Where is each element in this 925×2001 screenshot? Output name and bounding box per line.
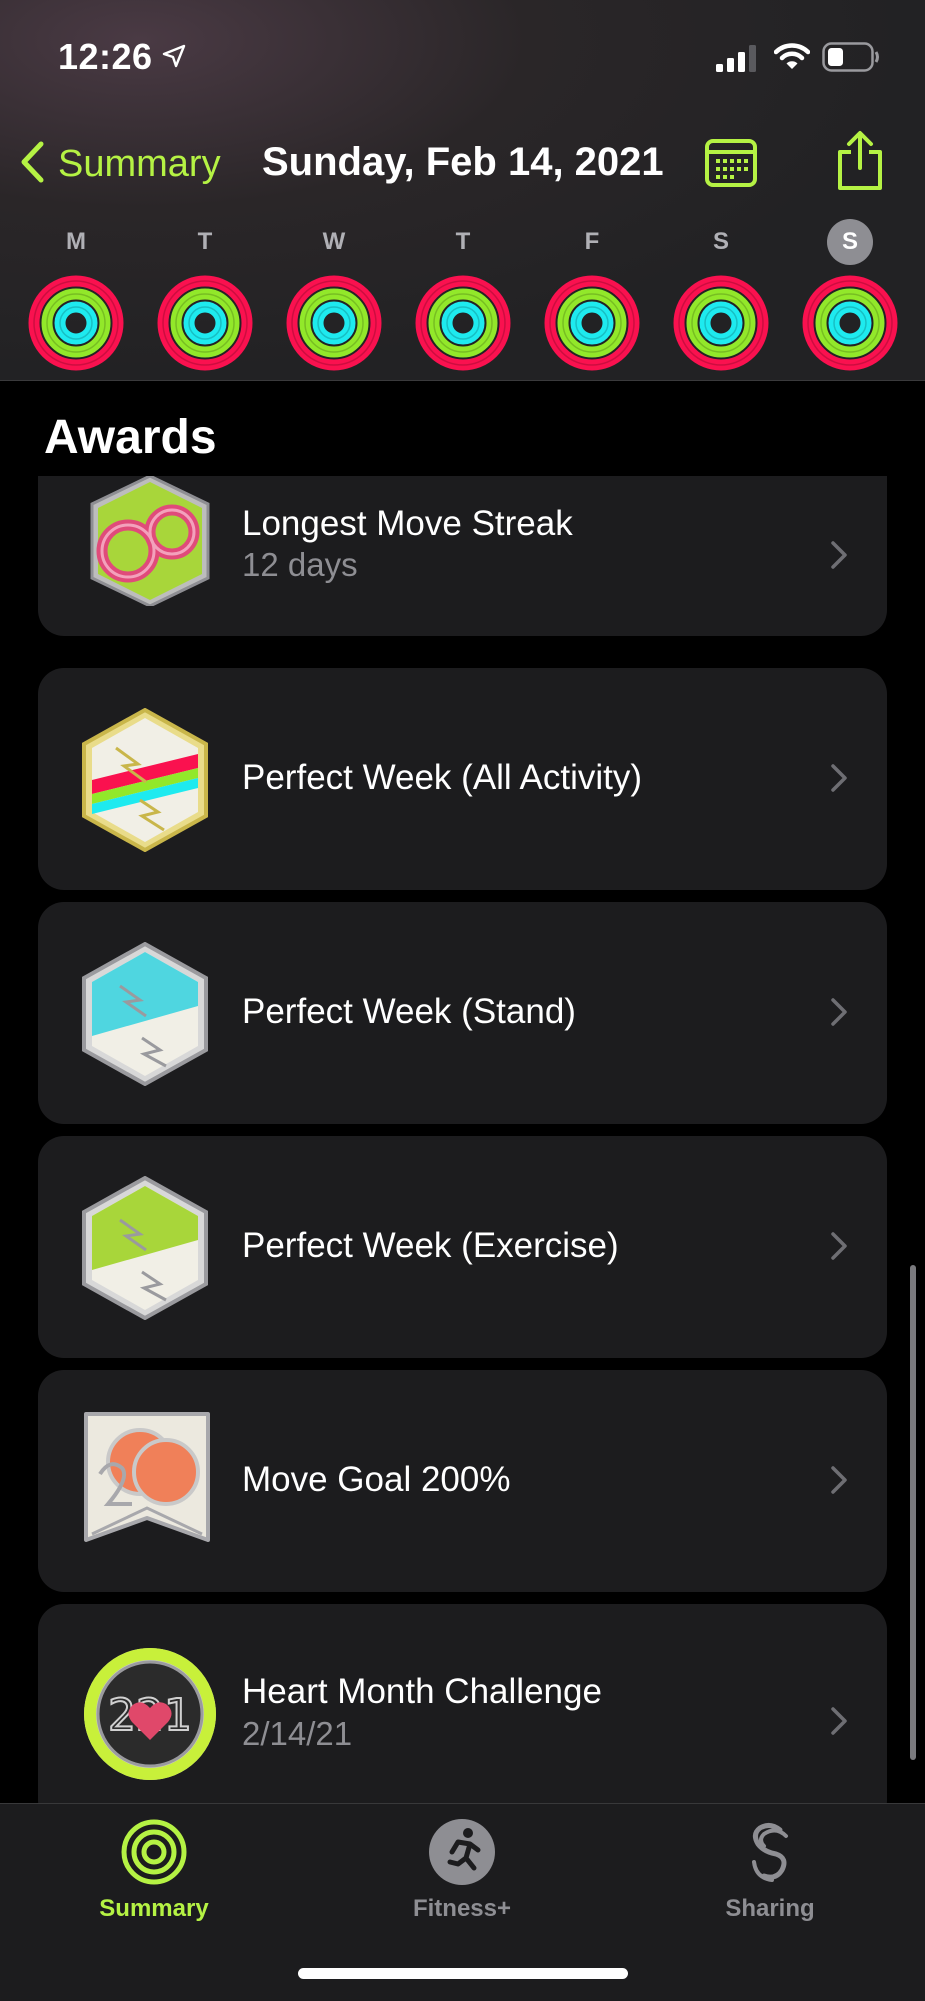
back-button[interactable]: Summary (18, 140, 221, 189)
day-letter: W (322, 228, 346, 255)
day-column[interactable]: S (795, 219, 905, 372)
navigation-bar: Summary Sunday, Feb 14, 2021 (0, 130, 925, 200)
day-column[interactable]: T (408, 222, 518, 372)
award-title: Perfect Week (All Activity) (242, 758, 643, 797)
day-column[interactable]: M (21, 222, 131, 372)
status-bar: 12:26 (0, 0, 925, 115)
day-letter: M (66, 228, 86, 255)
tab-label: Fitness+ (412, 1895, 512, 1922)
chevron-left-icon (18, 140, 46, 189)
day-letter-row: S (666, 222, 776, 262)
back-button-label: Summary (58, 143, 221, 185)
award-title: Perfect Week (Exercise) (242, 1226, 619, 1265)
location-arrow-icon (162, 44, 186, 73)
awards-section-header: Awards (44, 411, 217, 464)
day-letter-row: T (408, 222, 518, 262)
activity-rings-icon (28, 275, 124, 371)
battery-icon (822, 42, 880, 77)
award-row-move-goal-200[interactable]: Move Goal 200% (38, 1370, 887, 1592)
activity-rings-icon (802, 275, 898, 371)
day-letter: T (197, 228, 213, 255)
day-column[interactable]: T (150, 222, 260, 372)
day-column[interactable]: W (279, 222, 389, 372)
calendar-button[interactable] (704, 138, 758, 193)
chevron-right-icon (830, 540, 848, 575)
chevron-right-icon (830, 997, 848, 1032)
award-row-longest-move-streak[interactable]: Longest Move Streak 12 days (38, 476, 887, 636)
day-letter-row: M (21, 222, 131, 262)
move-goal-200-badge-icon (80, 1408, 214, 1559)
day-column[interactable]: S (666, 222, 776, 372)
perfect-week-all-activity-badge-icon (80, 707, 210, 857)
selected-day-letter: S (827, 219, 873, 265)
award-title: Perfect Week (Stand) (242, 992, 576, 1031)
wifi-icon (773, 41, 811, 76)
sharing-icon (736, 1822, 804, 1890)
award-title: Heart Month Challenge (242, 1672, 602, 1711)
calendar-icon (705, 139, 757, 187)
award-subtitle: 2/14/21 (242, 1715, 353, 1752)
fitness-plus-runner-icon (428, 1819, 496, 1890)
tab-label: Summary (99, 1895, 209, 1922)
home-indicator[interactable] (298, 1968, 628, 1979)
chevron-right-icon (830, 1706, 848, 1741)
award-title: Longest Move Streak (242, 504, 573, 543)
day-letter-row: W (279, 222, 389, 262)
status-time: 12:26 (58, 36, 153, 77)
week-selector: MTWTFSS (0, 219, 925, 372)
longest-move-streak-badge-icon (80, 476, 220, 611)
perfect-week-exercise-badge-icon (80, 1175, 210, 1325)
award-title: Move Goal 200% (242, 1460, 511, 1499)
day-letter-row: F (537, 222, 647, 262)
day-letter-row: S (795, 219, 905, 265)
award-row-perfect-week-stand[interactable]: Perfect Week (Stand) (38, 902, 887, 1124)
chevron-right-icon (830, 1465, 848, 1500)
day-letter: S (712, 228, 729, 255)
tab-sharing[interactable]: Sharing (670, 1818, 870, 1923)
award-row-heart-month-challenge[interactable]: 221 Heart Month Challenge 2/14/21 (38, 1604, 887, 1826)
award-row-perfect-week-exercise[interactable]: Perfect Week (Exercise) (38, 1136, 887, 1358)
activity-rings-icon (673, 275, 769, 371)
day-column[interactable]: F (537, 222, 647, 372)
cellular-signal-icon (716, 44, 760, 77)
activity-rings-icon (286, 275, 382, 371)
chevron-right-icon (830, 763, 848, 798)
award-row-perfect-week-all-activity[interactable]: Perfect Week (All Activity) (38, 668, 887, 890)
tab-fitness-plus[interactable]: Fitness+ (362, 1818, 562, 1923)
chevron-right-icon (830, 1231, 848, 1266)
heart-month-challenge-badge-icon: 221 (80, 1644, 220, 1789)
day-letter-row: T (150, 222, 260, 262)
header-area: 12:26 Summary Sunday, Feb 14, 2021 M T W… (0, 0, 925, 381)
award-subtitle: 12 days (242, 546, 358, 583)
share-icon (838, 131, 882, 190)
tab-label: Sharing (725, 1895, 815, 1922)
activity-rings-icon (157, 275, 253, 371)
tab-summary[interactable]: Summary (54, 1818, 254, 1923)
day-letter: T (455, 228, 471, 255)
scroll-indicator[interactable] (910, 1265, 916, 1760)
day-letter: F (584, 228, 600, 255)
share-button[interactable] (834, 130, 886, 197)
page-title: Sunday, Feb 14, 2021 (262, 140, 664, 184)
activity-rings-icon (415, 275, 511, 371)
activity-rings-icon (544, 275, 640, 371)
summary-rings-icon (120, 1819, 188, 1890)
perfect-week-stand-badge-icon (80, 941, 210, 1091)
